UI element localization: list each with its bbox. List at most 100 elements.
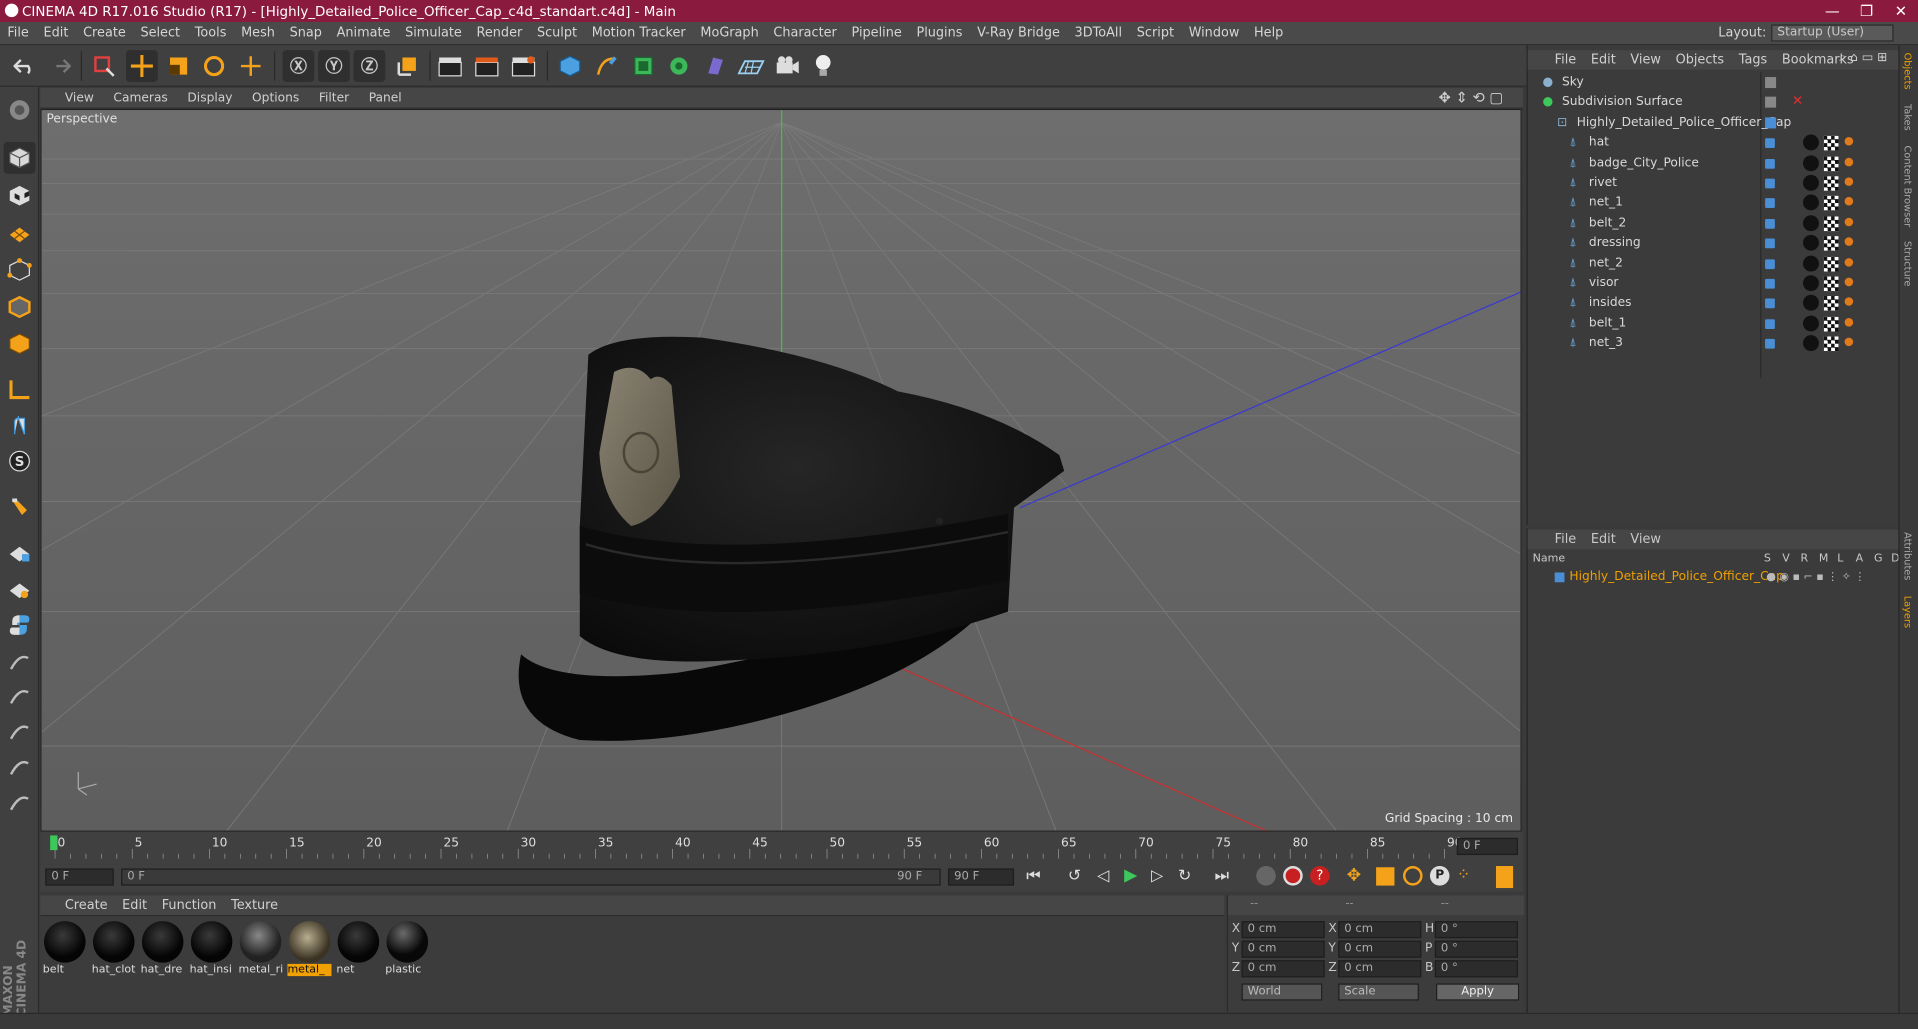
tab-attributes[interactable]: Attributes — [1902, 532, 1913, 580]
object-row[interactable]: ⍋ net_1 — [1528, 194, 1900, 214]
object-menu-view[interactable]: View — [1623, 53, 1668, 68]
end-frame-field[interactable]: 90 F — [947, 868, 1015, 886]
menu-select[interactable]: Select — [133, 26, 187, 41]
record-off-icon[interactable] — [1256, 866, 1276, 886]
material-menu-function[interactable]: Function — [154, 898, 223, 913]
minimize-button[interactable]: — — [1815, 0, 1849, 22]
layer-swatch[interactable] — [1765, 339, 1775, 349]
position-y-field[interactable]: 0 cm — [1241, 940, 1325, 958]
layer-swatch[interactable] — [1765, 319, 1775, 329]
layer-swatch[interactable] — [1765, 198, 1775, 209]
magnet-button[interactable] — [4, 492, 36, 524]
layer-menu-view[interactable]: View — [1623, 532, 1668, 547]
x-axis-button[interactable]: Ⓧ — [282, 50, 315, 82]
tweak-mode-button[interactable] — [4, 409, 36, 441]
timeline-ruler[interactable]: 0 5 10 15 20 25 30 35 40 45 50 55 60 65 70 75 80 85 90 0 F — [40, 831, 1523, 865]
material-hat-dre[interactable]: hat_dre — [141, 920, 185, 976]
rotate-tool-button[interactable] — [198, 50, 230, 82]
undo-button[interactable] — [9, 50, 41, 82]
tab-content-browser[interactable]: Content Browser — [1902, 146, 1913, 228]
menu-vray-bridge[interactable]: V-Ray Bridge — [970, 26, 1067, 41]
workplane-button[interactable] — [4, 217, 36, 249]
key-pla-icon[interactable]: ⁘ — [1457, 866, 1470, 884]
sculpt-tool-5-button[interactable] — [4, 785, 36, 817]
array-button[interactable] — [663, 50, 695, 82]
menu-tools[interactable]: Tools — [187, 26, 233, 41]
object-flag-icon[interactable] — [1765, 117, 1777, 129]
next-key-icon[interactable]: ↻ — [1178, 867, 1191, 885]
key-rotate-icon[interactable] — [1403, 866, 1423, 886]
menu-motion-tracker[interactable]: Motion Tracker — [584, 26, 693, 41]
floor-button[interactable] — [735, 50, 767, 82]
playhead-marker[interactable] — [50, 835, 58, 851]
render-view-button[interactable] — [434, 50, 466, 82]
position-x-field[interactable]: 0 cm — [1241, 921, 1325, 939]
tab-takes[interactable]: Takes — [1902, 104, 1913, 131]
object-row[interactable]: ⍋ badge_City_Police — [1528, 154, 1900, 174]
menu-file[interactable]: File — [0, 26, 36, 41]
points-mode-button[interactable] — [4, 254, 36, 286]
layer-flags-icon[interactable]: ● ◉ ▪ ⌐ ▪ ⋮ ✧ ⋮ — [1766, 571, 1865, 583]
object-row[interactable]: ⍋ net_3 — [1528, 334, 1900, 354]
maximize-button[interactable]: ❐ — [1849, 0, 1883, 22]
go-to-end-icon[interactable]: ⏭ — [1215, 867, 1229, 885]
material-menu-create[interactable]: Create — [40, 898, 114, 913]
layer-menu-edit[interactable]: Edit — [1584, 532, 1624, 547]
3d-viewport[interactable]: Perspective Grid Spacing : 10 cm — [40, 108, 1522, 832]
viewport-menu-cameras[interactable]: Cameras — [104, 91, 178, 104]
layer-swatch[interactable] — [1765, 238, 1775, 249]
size-z-field[interactable]: 0 cm — [1338, 960, 1422, 978]
layer-swatch[interactable] — [1765, 158, 1775, 169]
object-row[interactable]: ● Sky — [1528, 73, 1900, 93]
y-axis-button[interactable]: Ⓨ — [318, 50, 350, 82]
object-row[interactable]: ⊡ Highly_Detailed_Police_Officer_Cap — [1528, 114, 1900, 134]
material-plastic[interactable]: plastic — [385, 920, 429, 976]
go-to-start-icon[interactable]: ⏮ — [1026, 867, 1040, 885]
render-picture-viewer-button[interactable] — [471, 50, 503, 82]
key-move-icon[interactable]: ✥ — [1347, 866, 1361, 886]
scale-tool-button[interactable] — [163, 50, 195, 82]
layer-swatch[interactable] — [1765, 138, 1775, 149]
object-menu-tags[interactable]: Tags — [1731, 53, 1774, 68]
coordinate-system-button[interactable] — [391, 50, 423, 82]
menu-mograph[interactable]: MoGraph — [693, 26, 766, 41]
model-mode-button[interactable] — [3, 141, 36, 174]
menu-snap[interactable]: Snap — [282, 26, 329, 41]
apply-button[interactable]: Apply — [1436, 983, 1520, 1001]
layer-swatch[interactable] — [1765, 298, 1775, 309]
layer-swatch[interactable] — [1765, 278, 1775, 289]
make-editable-button[interactable] — [4, 94, 36, 126]
object-row[interactable]: ● Subdivision Surface ✕ — [1528, 93, 1900, 113]
menu-pipeline[interactable]: Pipeline — [844, 26, 909, 41]
key-scale-icon[interactable] — [1376, 867, 1395, 886]
record-icon[interactable] — [1283, 866, 1303, 886]
rotation-h-field[interactable]: 0 ° — [1434, 921, 1518, 939]
object-flag-icon[interactable] — [1765, 97, 1777, 109]
move-tool-button[interactable] — [125, 50, 158, 82]
menu-window[interactable]: Window — [1181, 26, 1246, 41]
sculpt-tool-4-button[interactable] — [4, 750, 36, 782]
material-metal-selected[interactable]: metal_ — [287, 920, 332, 977]
cube-button[interactable] — [554, 50, 586, 82]
live-selection-button[interactable] — [88, 50, 120, 82]
grid-lock-button[interactable] — [4, 536, 36, 568]
menu-plugins[interactable]: Plugins — [909, 26, 970, 41]
menu-sculpt[interactable]: Sculpt — [530, 26, 585, 41]
coordinate-mode-dropdown[interactable]: World — [1241, 983, 1323, 1001]
object-menu-file[interactable]: File — [1528, 53, 1584, 68]
material-menu-edit[interactable]: Edit — [115, 898, 155, 913]
render-settings-button[interactable] — [508, 50, 540, 82]
layer-swatch[interactable] — [1765, 178, 1775, 189]
material-menu-texture[interactable]: Texture — [224, 898, 286, 913]
material-hat-insi[interactable]: hat_insi — [190, 920, 234, 976]
layer-swatch[interactable] — [1765, 258, 1775, 269]
edges-mode-button[interactable] — [4, 291, 36, 323]
object-search-icon[interactable]: ⌕ ⌂ ▭ ⊞ — [1832, 51, 1895, 64]
object-flag-icon[interactable] — [1765, 77, 1777, 89]
close-button[interactable]: ✕ — [1884, 0, 1918, 22]
prev-frame-icon[interactable]: ◁ — [1097, 867, 1109, 885]
start-frame-field[interactable]: 0 F — [45, 868, 114, 886]
pen-spline-button[interactable] — [591, 50, 623, 82]
transform-tool-button[interactable] — [235, 50, 267, 82]
object-row[interactable]: ⍋ hat — [1528, 134, 1900, 154]
